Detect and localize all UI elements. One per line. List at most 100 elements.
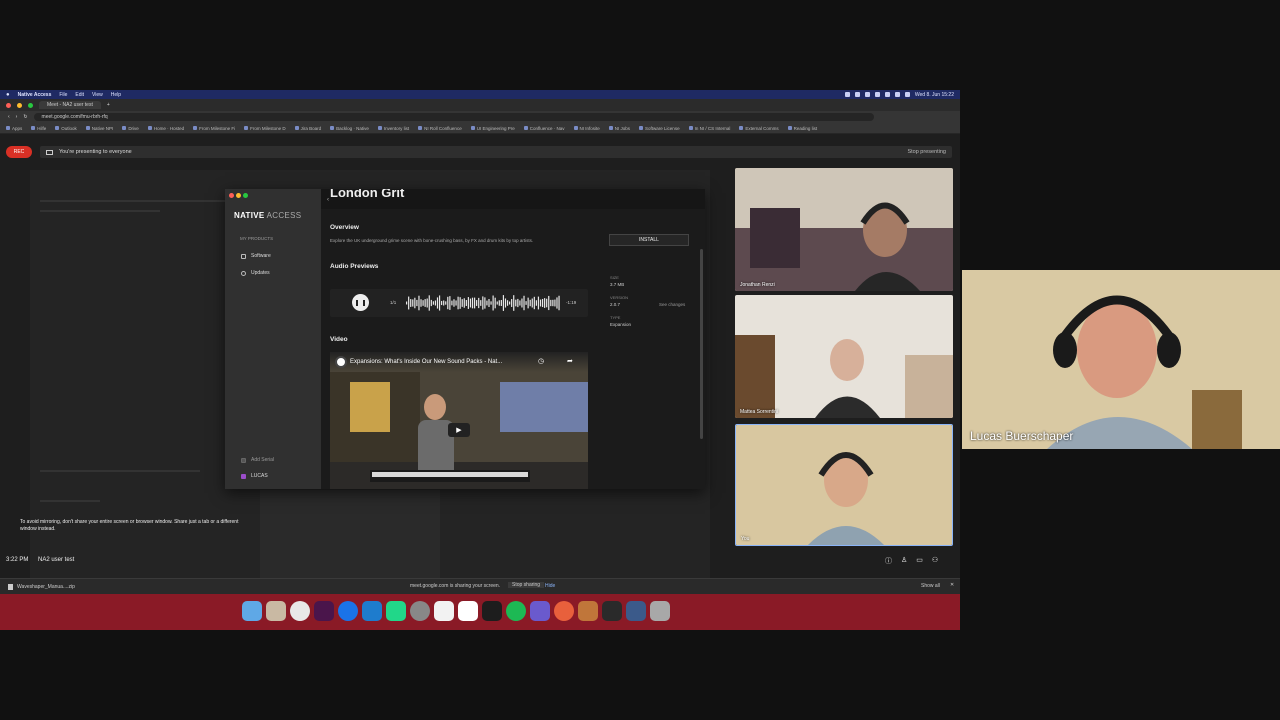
bookmark[interactable]: Confluence · Nav — [524, 126, 565, 131]
menu-edit[interactable]: Edit — [75, 92, 84, 98]
slack-icon[interactable] — [314, 601, 334, 621]
audio-previews-heading: Audio Previews — [330, 263, 379, 270]
menubar-clock[interactable]: Wed 8. Jun 15:22 — [915, 92, 954, 98]
bookmark[interactable]: Software License — [639, 126, 680, 131]
new-tab-icon[interactable]: + — [107, 102, 110, 108]
clock-icon[interactable]: ◷ — [538, 357, 544, 365]
back-icon[interactable]: ‹ — [327, 197, 329, 203]
bookmark[interactable]: Outlook — [55, 126, 77, 131]
maps-icon[interactable] — [338, 601, 358, 621]
clion-icon[interactable] — [386, 601, 406, 621]
menu-help[interactable]: Help — [111, 92, 121, 98]
stop-presenting-button[interactable]: Stop presenting — [907, 149, 946, 155]
bookmark[interactable]: Hilfe — [31, 126, 46, 131]
apple-icon[interactable]: ● — [6, 92, 10, 98]
bookmark[interactable]: Jira Board — [295, 126, 322, 131]
recording-badge: REC — [6, 146, 32, 158]
minimize-window-icon[interactable] — [17, 102, 22, 108]
folder-icon[interactable] — [626, 601, 646, 621]
scrollbar[interactable] — [700, 249, 703, 439]
close-window-icon[interactable] — [6, 102, 11, 108]
menubar-app-name[interactable]: Native Access — [18, 92, 52, 98]
bookmark[interactable]: Inventory list — [378, 126, 409, 131]
video-player[interactable]: Expansions: What's Inside Our New Sound … — [330, 352, 588, 489]
browser-tab[interactable]: Meet - NA2 user test — [39, 101, 101, 109]
wifi-icon[interactable] — [894, 92, 900, 97]
stop-sharing-button[interactable]: Stop sharing — [508, 582, 545, 588]
waveform-bar — [488, 299, 490, 307]
minimize-window-icon[interactable] — [236, 193, 241, 198]
close-icon[interactable]: ✕ — [950, 582, 954, 588]
nav-software[interactable]: Software — [241, 253, 271, 259]
bookmark[interactable]: From Milestone D — [244, 126, 286, 131]
downloads-icon[interactable] — [578, 601, 598, 621]
participant-tile[interactable]: Mattea Sorrentini — [735, 295, 953, 418]
nav-updates[interactable]: Updates — [241, 270, 270, 276]
bookmark[interactable]: Native NPI — [86, 126, 114, 131]
menu-view[interactable]: View — [92, 92, 103, 98]
people-icon[interactable]: ♙ — [901, 556, 907, 566]
zoom-window-icon[interactable] — [243, 193, 248, 198]
featured-participant-tile[interactable]: Lucas Buerschaper — [962, 270, 1280, 449]
ghost-line — [40, 210, 160, 212]
bookmark[interactable]: From Milestone Fi — [193, 126, 235, 131]
address-bar[interactable]: meet.google.com/fmu-rbrh-rfq — [33, 113, 874, 121]
menu-file[interactable]: File — [59, 92, 67, 98]
reload-icon[interactable]: ↻ — [23, 114, 27, 120]
share-icon[interactable]: ➦ — [567, 357, 573, 365]
bookmark[interactable]: In NI / CS Internal — [689, 126, 731, 131]
status-icon[interactable] — [844, 92, 850, 97]
bookmark[interactable]: Home · Hosted — [148, 126, 184, 131]
forward-icon[interactable]: › — [16, 114, 18, 120]
video-title[interactable]: Expansions: What's Inside Our New Sound … — [350, 359, 502, 365]
calendar-icon[interactable] — [458, 601, 478, 621]
bookmark[interactable]: Drive — [122, 126, 139, 131]
finder-icon[interactable] — [242, 601, 262, 621]
waveform-bar — [509, 301, 511, 305]
participant-tile-self[interactable]: You — [735, 424, 953, 546]
status-icon[interactable] — [854, 92, 860, 97]
info-icon[interactable]: ⓘ — [885, 556, 892, 566]
bookmark[interactable]: NI Roll Confluence — [418, 126, 462, 131]
pause-button[interactable] — [352, 294, 369, 311]
participant-tile[interactable]: Jonathan Renzi — [735, 168, 953, 291]
terminal-icon[interactable] — [482, 601, 502, 621]
settings-icon[interactable] — [410, 601, 430, 621]
nav-updates-label: Updates — [251, 270, 270, 276]
hide-button[interactable]: Hide — [545, 583, 555, 589]
vscode-icon[interactable] — [362, 601, 382, 621]
add-serial-button[interactable]: Add Serial — [241, 457, 274, 463]
zoom-window-icon[interactable] — [28, 102, 33, 108]
bookmark[interactable]: NI Infosite — [574, 126, 600, 131]
status-icon[interactable] — [874, 92, 880, 97]
show-all-button[interactable]: Show all — [921, 583, 940, 589]
status-icon[interactable] — [884, 92, 890, 97]
reminders-icon[interactable] — [434, 601, 454, 621]
bookmark[interactable]: Backlog · Native — [330, 126, 369, 131]
trash-icon[interactable] — [650, 601, 670, 621]
see-changes-link[interactable]: See changes — [659, 302, 685, 307]
back-icon[interactable]: ‹ — [8, 114, 10, 120]
spotify-icon[interactable] — [506, 601, 526, 621]
bookmark[interactable]: UI Engineering Pre — [471, 126, 515, 131]
bookmark[interactable]: External Comms — [739, 126, 778, 131]
stack-icon[interactable] — [602, 601, 622, 621]
play-video-icon[interactable]: ▶ — [448, 423, 470, 437]
download-file[interactable]: Waveshaper_Manua....zip — [17, 584, 75, 590]
native-access-icon[interactable] — [530, 601, 550, 621]
install-button[interactable]: INSTALL — [609, 234, 689, 246]
user-account[interactable]: LUCAS — [241, 473, 268, 479]
chrome-icon[interactable] — [290, 601, 310, 621]
status-icon[interactable] — [864, 92, 870, 97]
bookmark[interactable]: Apps — [6, 126, 22, 131]
mac-dock — [238, 599, 722, 623]
close-window-icon[interactable] — [229, 193, 234, 198]
battery-icon[interactable] — [904, 92, 910, 97]
bookmark[interactable]: Reading list — [788, 126, 818, 131]
chat-icon[interactable]: ▭ — [916, 556, 923, 566]
help-icon[interactable] — [554, 601, 574, 621]
waveform[interactable] — [406, 293, 561, 313]
bookmark[interactable]: NI Jobs — [609, 126, 630, 131]
activities-icon[interactable]: ⚇ — [932, 556, 938, 566]
launchpad-icon[interactable] — [266, 601, 286, 621]
